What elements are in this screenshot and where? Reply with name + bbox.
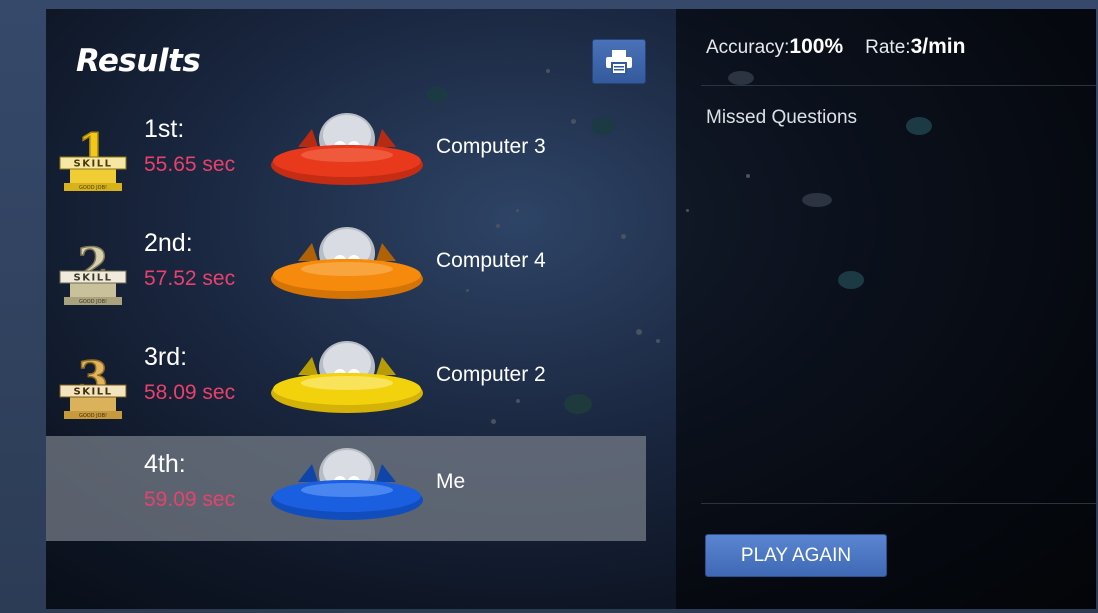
bronze-medal-icon: 3 SKILL GOOD JOB! [59, 352, 127, 419]
debris-decoration [516, 209, 519, 212]
svg-text:SKILL: SKILL [74, 387, 113, 398]
stats-line: Accuracy:100% Rate:3/min [706, 35, 965, 59]
svg-text:GOOD JOB!: GOOD JOB! [79, 413, 107, 419]
place-label: 3rd: [144, 343, 188, 371]
accuracy-label: Accuracy: [706, 37, 790, 58]
place-label: 1st: [144, 115, 185, 143]
print-button[interactable] [592, 39, 646, 84]
ufo-ship-icon [271, 341, 423, 413]
silver-medal-icon: 2 SKILL GOOD JOB! [59, 238, 127, 305]
result-row: 2 SKILL GOOD JOB! 2nd: 57.52 sec Compute… [46, 215, 646, 321]
svg-text:GOOD JOB!: GOOD JOB! [79, 185, 107, 191]
play-again-button[interactable]: PLAY AGAIN [705, 534, 887, 577]
finish-time: 57.52 sec [144, 267, 236, 290]
asteroid-decoration [802, 193, 832, 207]
svg-text:GOOD JOB!: GOOD JOB! [79, 299, 107, 305]
result-row: 3 SKILL GOOD JOB! 3rd: 58.09 sec Compute… [46, 329, 646, 435]
svg-text:SKILL: SKILL [74, 159, 113, 170]
accuracy-value: 100% [789, 35, 844, 58]
player-name: Computer 3 [436, 135, 546, 158]
ufo-ship-icon [271, 227, 423, 299]
finish-time: 55.65 sec [144, 153, 236, 176]
ufo-ship-icon [271, 448, 423, 520]
game-results-screen: Results 1 SKILL GOOD JOB! 1st: 55.65 sec [46, 9, 1096, 609]
asteroid-decoration [838, 271, 864, 289]
svg-text:SKILL: SKILL [74, 273, 113, 284]
page-title: Results [76, 43, 201, 79]
rate-value: 3/min [910, 35, 966, 58]
asteroid-decoration [728, 71, 754, 85]
debris-decoration [686, 209, 689, 212]
place-label: 2nd: [144, 229, 193, 257]
gold-medal-icon: 1 SKILL GOOD JOB! [59, 124, 127, 191]
place-label: 4th: [144, 450, 186, 478]
player-name: Me [436, 470, 466, 493]
player-name: Computer 4 [436, 249, 546, 272]
result-row-current-player: 4th: 59.09 sec Me [46, 436, 646, 541]
stats-panel [676, 9, 1096, 609]
asteroid-decoration [906, 117, 932, 135]
finish-time: 59.09 sec [144, 488, 236, 511]
ufo-ship-icon [271, 113, 423, 185]
result-row: 1 SKILL GOOD JOB! 1st: 55.65 sec Compute… [46, 101, 646, 207]
divider [701, 85, 1096, 86]
debris-decoration [656, 339, 660, 343]
divider [701, 503, 1096, 504]
missed-questions-heading: Missed Questions [706, 107, 858, 128]
player-name: Computer 2 [436, 363, 546, 386]
rate-label: Rate: [865, 37, 911, 58]
debris-decoration [746, 174, 750, 178]
finish-time: 58.09 sec [144, 381, 236, 404]
printer-icon [606, 49, 632, 75]
debris-decoration [546, 69, 550, 73]
